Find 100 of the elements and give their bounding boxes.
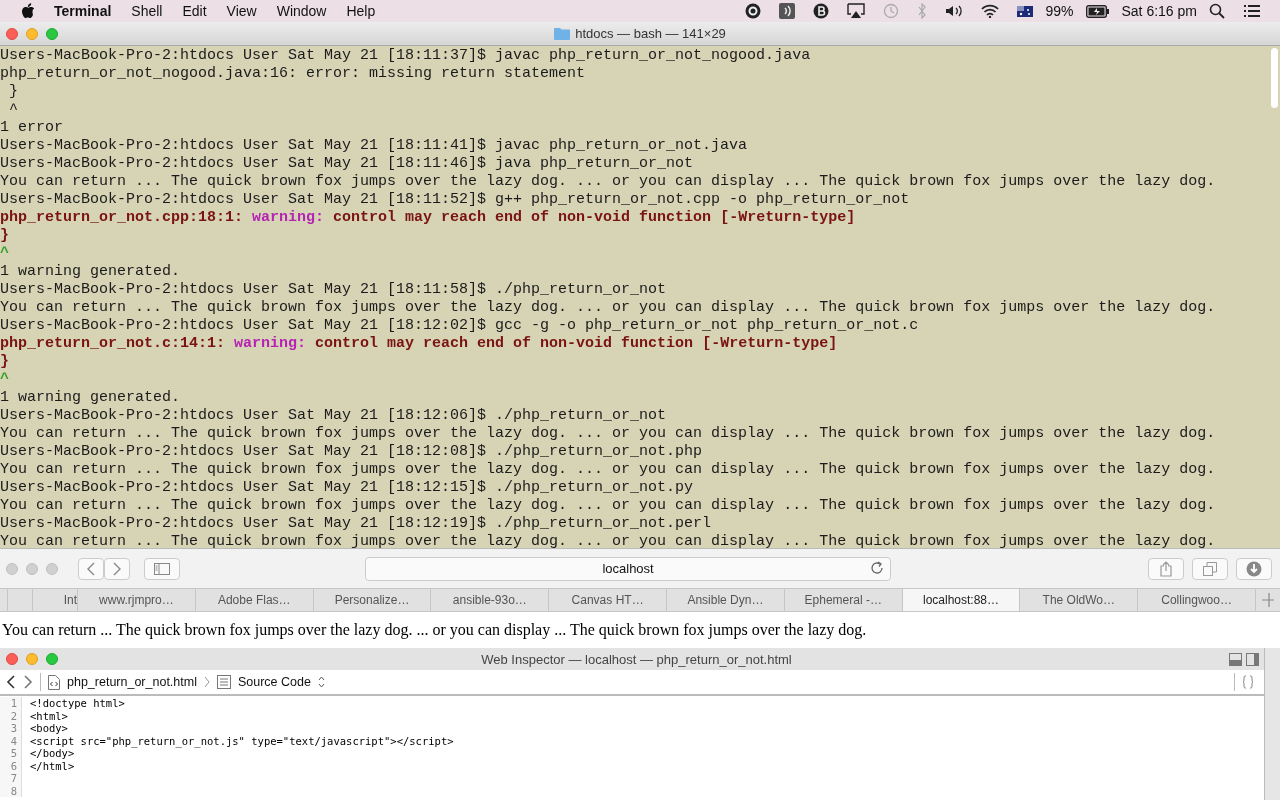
share-icon <box>1160 560 1173 577</box>
browser-tab[interactable]: localhost:88… <box>902 589 1021 611</box>
battery-percentage: 99% <box>1045 3 1074 19</box>
browser-tab[interactable]: Int <box>31 589 79 611</box>
minimize-button[interactable] <box>26 653 38 665</box>
line-number: 1 <box>0 697 22 710</box>
flag-icon[interactable] <box>1017 5 1034 17</box>
terminal-line: ^ <box>0 371 9 388</box>
terminal-line: Users-MacBook-Pro-2:htdocs User Sat May 21 [18:11:37]$ javac php_return_or_not_nogood.java <box>0 47 811 64</box>
chevron-right-icon <box>112 561 122 576</box>
chevron-right-icon <box>203 676 210 688</box>
circle-app-icon[interactable] <box>745 3 762 19</box>
up-down-chevron-icon[interactable] <box>317 676 325 688</box>
code-line: <body> <box>30 722 68 735</box>
terminal-line: php_return_or_not_nogood.java:16: error: missing return statement <box>0 65 586 82</box>
terminal-line: You can return ... The quick brown fox jumps over the lazy dog. ... or you can display ... The quick brown fox jumps over the lazy dog. <box>0 461 1216 478</box>
sidebar-button[interactable] <box>144 557 180 580</box>
menu-clock[interactable]: Sat 6:16 pm <box>1121 3 1197 19</box>
terminal-line: Users-MacBook-Pro-2:htdocs User Sat May 21 [18:12:08]$ ./php_return_or_not.php <box>0 443 703 460</box>
apple-logo-icon[interactable] <box>21 3 35 19</box>
letter-b-circle-icon[interactable] <box>813 3 830 19</box>
browser-tab[interactable]: Canvas HT… <box>549 589 668 611</box>
browser-tab[interactable]: Ephemeral -… <box>784 589 903 611</box>
document-lines-icon <box>216 675 231 689</box>
terminal-line: } <box>0 227 9 244</box>
terminal-line: Users-MacBook-Pro-2:htdocs User Sat May 21 [18:12:19]$ ./php_return_or_not.perl <box>0 515 712 532</box>
window-title: htdocs — bash — 141×29 <box>575 26 726 41</box>
code-line: <html> <box>30 709 68 722</box>
window-title: Web Inspector — localhost — php_return_or_not.html <box>480 651 793 667</box>
terminal-line: You can return ... The quick brown fox jumps over the lazy dog. ... or you can display ... The quick brown fox jumps over the lazy dog. <box>0 497 1216 514</box>
overlapping-squares-icon <box>1203 561 1218 576</box>
menu-item[interactable]: Shell <box>131 3 163 19</box>
compiler-warning-line: php_return_or_not.c:14:1: warning: control may reach end of non-void function [-Wreturn-type] <box>0 335 838 352</box>
minimize-button[interactable] <box>26 27 38 40</box>
share-button[interactable] <box>1148 557 1185 580</box>
line-number: 5 <box>0 747 22 760</box>
forward-icon[interactable] <box>23 675 33 689</box>
terminal-line: 1 warning generated. <box>0 389 181 406</box>
page-text: You can return ... The quick brown fox jumps over the lazy dog. ... or you can display ... The quick brown fox jumps over the lazy dog. <box>2 621 867 639</box>
menu-item[interactable]: View <box>226 3 257 19</box>
terminal-line: You can return ... The quick brown fox jumps over the lazy dog. ... or you can display ... The quick brown fox jumps over the lazy dog. <box>0 533 1216 548</box>
plus-icon <box>1262 593 1274 607</box>
forward-button[interactable] <box>104 557 130 580</box>
terminal-line: Users-MacBook-Pro-2:htdocs User Sat May 21 [18:12:15]$ ./php_return_or_not.py <box>0 479 694 496</box>
terminal-line: You can return ... The quick brown fox jumps over the lazy dog. ... or you can display ... The quick brown fox jumps over the lazy dog. <box>0 425 1216 442</box>
downloads-button[interactable] <box>1236 557 1272 580</box>
file-breadcrumb[interactable]: php_return_or_not.html <box>67 675 197 689</box>
speaker-icon[interactable] <box>945 4 964 18</box>
close-button[interactable] <box>6 27 18 40</box>
browser-tab[interactable]: The OldWo… <box>1020 589 1139 611</box>
sound-waves-icon[interactable] <box>779 3 796 19</box>
browser-tab[interactable]: ansible-93o… <box>431 589 550 611</box>
browser-tab[interactable]: Adobe Flas… <box>195 589 314 611</box>
dock-bottom-icon[interactable] <box>1229 652 1242 666</box>
terminal-line: Users-MacBook-Pro-2:htdocs User Sat May 21 [18:12:06]$ ./php_return_or_not <box>0 407 667 424</box>
close-button[interactable] <box>6 653 18 665</box>
terminal-line: Users-MacBook-Pro-2:htdocs User Sat May 21 [18:11:58]$ ./php_return_or_not <box>0 281 667 298</box>
html-file-icon <box>48 674 60 690</box>
zoom-button[interactable] <box>46 653 58 665</box>
address-bar[interactable]: localhost <box>364 556 892 581</box>
app-menu[interactable]: Terminal <box>54 3 112 19</box>
compiler-warning-line: php_return_or_not.cpp:18:1: warning: control may reach end of non-void function [-Wreturn-type] <box>0 209 856 226</box>
terminal-line: 1 warning generated. <box>0 263 181 280</box>
terminal-line: You can return ... The quick brown fox jumps over the lazy dog. ... or you can display ... The quick brown fox jumps over the lazy dog. <box>0 299 1216 316</box>
line-number: 3 <box>0 722 22 735</box>
view-mode-selector[interactable]: Source Code <box>237 675 311 689</box>
terminal-line: 1 error <box>0 119 63 136</box>
tabs-overview-button[interactable] <box>1192 557 1229 580</box>
battery-charging-icon[interactable] <box>1085 4 1110 18</box>
terminal-line: ^ <box>8 101 18 118</box>
zoom-button[interactable] <box>46 27 58 40</box>
code-line: </html> <box>30 759 75 772</box>
terminal-line: } <box>0 353 9 370</box>
wifi-icon[interactable] <box>981 4 1000 18</box>
bluetooth-icon[interactable] <box>917 3 928 19</box>
back-icon[interactable] <box>6 675 16 689</box>
menu-item[interactable]: Help <box>346 3 376 19</box>
browser-tab[interactable]: Collingwoo… <box>1138 589 1256 611</box>
reload-icon[interactable] <box>870 560 885 575</box>
search-icon[interactable] <box>1209 3 1225 19</box>
code-line: </body> <box>30 747 75 760</box>
dock-side-icon[interactable] <box>1246 652 1259 666</box>
back-button[interactable] <box>78 557 104 580</box>
terminal-line: Users-MacBook-Pro-2:htdocs User Sat May 21 [18:11:46]$ java php_return_or_not <box>0 155 694 172</box>
scroll-bar[interactable] <box>1271 48 1278 108</box>
browser-tab[interactable]: Personalize… <box>313 589 432 611</box>
sidebar-icon <box>153 562 170 575</box>
terminal-line: You can return ... The quick brown fox jumps over the lazy dog. ... or you can display ... The quick brown fox jumps over the lazy dog. <box>0 173 1216 190</box>
terminal-line: Users-MacBook-Pro-2:htdocs User Sat May 21 [18:12:02]$ gcc -g -o php_return_or_not php_return_or_not.c <box>0 317 919 334</box>
curly-braces-icon[interactable] <box>1242 675 1254 689</box>
airplay-icon[interactable] <box>847 3 866 19</box>
menu-item[interactable]: Edit <box>182 3 207 19</box>
browser-tab[interactable]: www.rjmpro… <box>78 589 196 611</box>
line-number: 7 <box>0 772 22 785</box>
browser-tab[interactable]: Ansible Dyn… <box>667 589 785 611</box>
folder-icon <box>554 27 571 40</box>
menu-item[interactable]: Window <box>276 3 327 19</box>
terminal-line: } <box>8 83 18 100</box>
list-icon[interactable] <box>1243 4 1261 18</box>
terminal-line: Users-MacBook-Pro-2:htdocs User Sat May 21 [18:11:41]$ javac php_return_or_not.java <box>0 137 748 154</box>
